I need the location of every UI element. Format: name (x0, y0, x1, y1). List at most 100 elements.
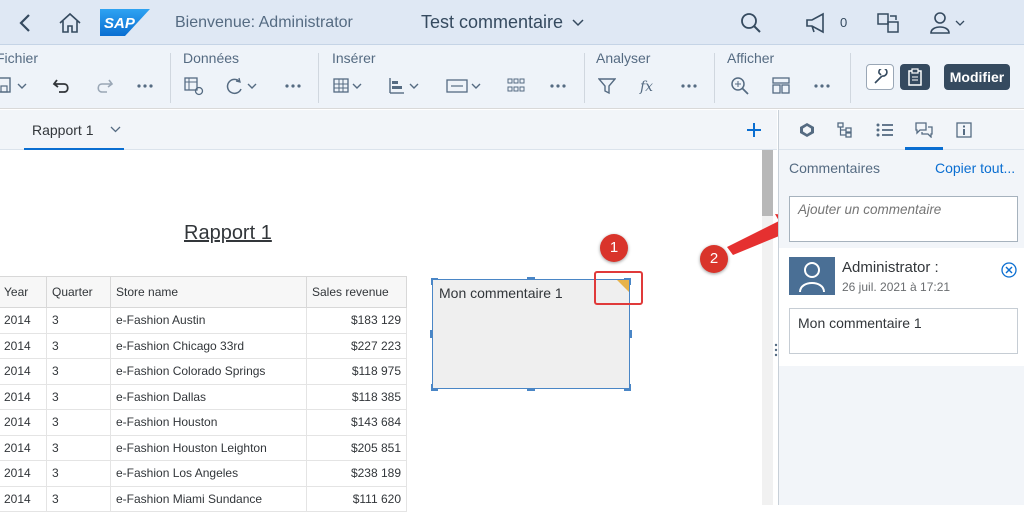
cell-year[interactable]: 2014 (0, 409, 47, 436)
cell-year[interactable]: 2014 (0, 460, 47, 487)
chevron-down-icon[interactable] (110, 126, 121, 133)
home-icon[interactable] (58, 12, 82, 34)
modify-button[interactable]: Modifier (944, 64, 1010, 90)
page-layout-icon[interactable] (771, 76, 791, 96)
user-menu-icon[interactable] (930, 11, 966, 35)
document-structure-icon[interactable] (837, 122, 853, 138)
data-objects-icon[interactable] (184, 76, 206, 96)
cell-store-name[interactable]: e-Fashion Austin (110, 307, 307, 334)
resize-handle[interactable] (624, 384, 631, 391)
cell-quarter[interactable]: 3 (46, 409, 111, 436)
comments-icon[interactable] (915, 122, 933, 138)
tab-rapport-1[interactable]: Rapport 1 (24, 110, 124, 150)
cell-quarter[interactable]: 3 (46, 460, 111, 487)
cell-year[interactable]: 2014 (0, 358, 47, 385)
report-table[interactable]: Year Quarter Store name Sales revenue 20… (0, 276, 407, 512)
table-row[interactable]: 2014 3 e-Fashion Los Angeles $238 189 (0, 460, 407, 487)
redo-icon[interactable] (94, 76, 114, 96)
add-report-icon[interactable] (746, 122, 762, 138)
data-objects-icon[interactable] (799, 122, 815, 138)
design-tools-button[interactable] (866, 64, 894, 90)
cell-store-name[interactable]: e-Fashion Chicago 33rd (110, 333, 307, 359)
comment-text[interactable]: Mon commentaire 1 (789, 308, 1018, 354)
more-icon[interactable] (549, 76, 567, 96)
table-row[interactable]: 2014 3 e-Fashion Houston Leighton $205 851 (0, 435, 407, 461)
cell-sales-revenue[interactable]: $183 129 (306, 307, 407, 334)
delete-comment-icon[interactable] (1001, 262, 1017, 278)
save-icon[interactable] (0, 76, 30, 96)
table-row[interactable]: 2014 3 e-Fashion Miami Sundance $111 620 (0, 486, 407, 512)
back-icon[interactable] (18, 13, 32, 33)
report-tab-bar: Rapport 1 (0, 110, 777, 150)
cell-quarter[interactable]: 3 (46, 486, 111, 512)
cell-year[interactable]: 2014 (0, 333, 47, 359)
cell-sales-revenue[interactable]: $118 975 (306, 358, 407, 385)
resize-handle[interactable] (430, 330, 433, 338)
table-row[interactable]: 2014 3 e-Fashion Dallas $118 385 (0, 384, 407, 410)
cell-sales-revenue[interactable]: $205 851 (306, 435, 407, 461)
formula-icon[interactable]: fx (639, 76, 659, 96)
sap-logo[interactable]: SAP (100, 9, 150, 36)
cell-store-name[interactable]: e-Fashion Los Angeles (110, 460, 307, 487)
more-icon[interactable] (680, 76, 698, 96)
resize-handle[interactable] (431, 384, 438, 391)
cell-year[interactable]: 2014 (0, 486, 47, 512)
cell-store-name[interactable]: e-Fashion Houston (110, 409, 307, 436)
cell-quarter[interactable]: 3 (46, 307, 111, 334)
more-icon[interactable] (136, 76, 154, 96)
cell-sales-revenue[interactable]: $143 684 (306, 409, 407, 436)
table-row[interactable]: 2014 3 e-Fashion Colorado Springs $118 975 (0, 358, 407, 385)
column-header-store-name[interactable]: Store name (110, 276, 307, 308)
filter-icon[interactable] (598, 76, 616, 96)
info-icon[interactable] (956, 122, 972, 138)
vertical-scrollbar[interactable] (762, 150, 773, 505)
megaphone-icon[interactable] (805, 12, 829, 34)
shell-bar: SAP Bienvenue: Administrator Test commen… (0, 0, 1024, 45)
cell-sales-revenue[interactable]: $227 223 (306, 333, 407, 359)
cell-year[interactable]: 2014 (0, 384, 47, 410)
insert-table-icon[interactable] (333, 76, 367, 96)
resize-handle[interactable] (527, 388, 535, 391)
cell-store-name[interactable]: e-Fashion Miami Sundance (110, 486, 307, 512)
cell-store-name[interactable]: e-Fashion Dallas (110, 384, 307, 410)
cell-quarter[interactable]: 3 (46, 435, 111, 461)
cell-year[interactable]: 2014 (0, 435, 47, 461)
cell-quarter[interactable]: 3 (46, 358, 111, 385)
collaboration-icon[interactable] (876, 11, 900, 35)
resize-handle[interactable] (527, 277, 535, 280)
table-row[interactable]: 2014 3 e-Fashion Chicago 33rd $227 223 (0, 333, 407, 359)
refresh-icon[interactable] (226, 76, 262, 96)
cell-quarter[interactable]: 3 (46, 384, 111, 410)
resize-handle[interactable] (431, 278, 438, 285)
undo-icon[interactable] (52, 76, 72, 96)
clipboard-icon (908, 68, 922, 86)
cell-sales-revenue[interactable]: $118 385 (306, 384, 407, 410)
insert-chart-icon[interactable] (388, 76, 424, 96)
column-header-quarter[interactable]: Quarter (46, 276, 111, 308)
table-row[interactable]: 2014 3 e-Fashion Austin $183 129 (0, 307, 407, 334)
insert-text-cell-icon[interactable] (446, 76, 486, 96)
cell-year[interactable]: 2014 (0, 307, 47, 334)
document-title: Test commentaire (421, 12, 564, 32)
cell-quarter[interactable]: 3 (46, 333, 111, 359)
table-row[interactable]: 2014 3 e-Fashion Houston $143 684 (0, 409, 407, 436)
insert-grid-icon[interactable] (506, 76, 526, 96)
column-header-year[interactable]: Year (0, 276, 47, 308)
document-title-menu[interactable]: Test commentaire (421, 12, 584, 33)
more-icon[interactable] (284, 76, 302, 96)
cell-store-name[interactable]: e-Fashion Colorado Springs (110, 358, 307, 385)
clipboard-button[interactable] (900, 64, 930, 90)
copy-all-link[interactable]: Copier tout... (935, 160, 1015, 176)
toolbar-group-analyser: Analyser (596, 50, 651, 66)
cell-store-name[interactable]: e-Fashion Houston Leighton (110, 435, 307, 461)
zoom-icon[interactable] (730, 76, 750, 96)
cell-sales-revenue[interactable]: $238 189 (306, 460, 407, 487)
cell-sales-revenue[interactable]: $111 620 (306, 486, 407, 512)
column-header-sales-revenue[interactable]: Sales revenue (306, 276, 407, 308)
list-icon[interactable] (876, 122, 894, 138)
more-icon[interactable] (813, 76, 831, 96)
search-icon[interactable] (740, 12, 762, 34)
resize-handle[interactable] (629, 330, 632, 338)
add-comment-input[interactable] (789, 196, 1018, 242)
comments-heading: Commentaires (789, 160, 881, 176)
